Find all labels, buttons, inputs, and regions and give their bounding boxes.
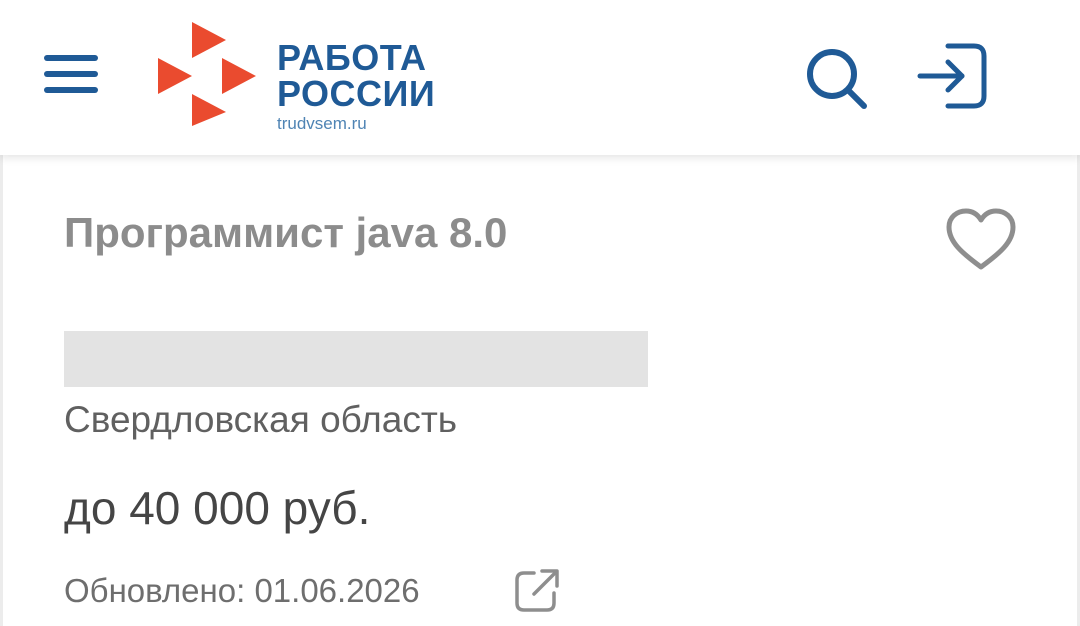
search-icon[interactable] [800,42,872,114]
vacancy-salary: до 40 000 руб. [64,482,371,534]
logo-domain: trudvsem.ru [277,114,367,133]
heart-icon[interactable] [944,207,1018,273]
external-link-icon[interactable] [512,565,562,615]
menu-bar [44,87,98,93]
vacancy-updated-date: Обновлено: 01.06.2026 [64,572,420,609]
vacancy-region: Свердловская область [64,399,458,440]
vacancy-title[interactable]: Программист java 8.0 [64,207,507,259]
logo-mark-icon[interactable] [152,18,262,128]
logo-line-2: РОССИИ [277,73,436,114]
hamburger-menu-icon[interactable] [38,45,104,103]
login-icon[interactable] [914,38,992,114]
app-header: РАБОТА РОССИИ trudvsem.ru [0,0,1080,155]
vacancy-card[interactable]: Программист java 8.0 Свердловская област… [0,155,1080,626]
logo-text[interactable]: РАБОТА РОССИИ trudvsem.ru [277,40,435,135]
menu-bar [44,55,98,61]
menu-bar [44,71,98,77]
logo-line-1: РАБОТА [277,37,427,78]
employer-name-redacted [64,331,648,387]
